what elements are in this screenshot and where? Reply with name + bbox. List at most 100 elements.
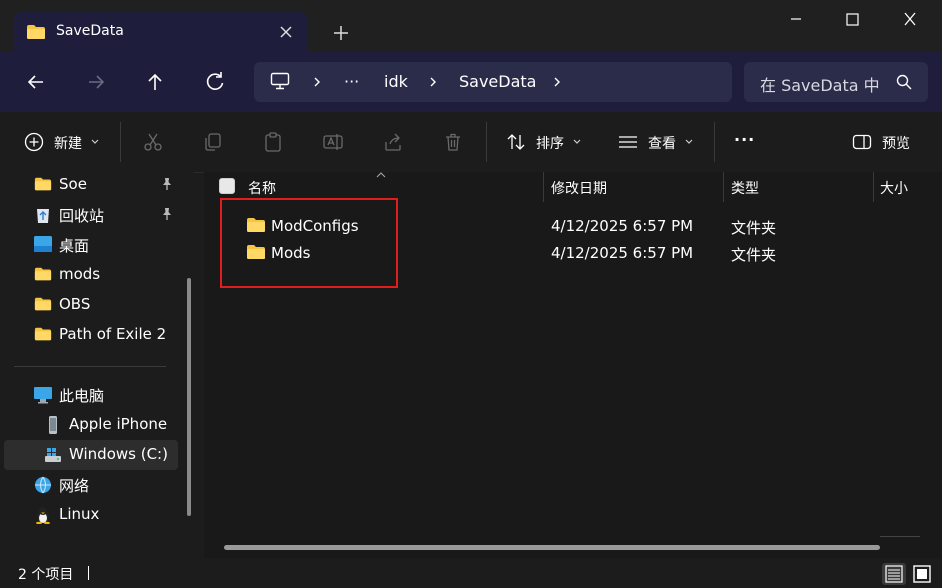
toolbar-divider bbox=[120, 122, 121, 162]
computer-icon[interactable] bbox=[270, 72, 290, 90]
column-divider[interactable] bbox=[873, 172, 874, 202]
sidebar-item-label: 网络 bbox=[59, 477, 90, 495]
column-header-modified[interactable]: 修改日期 bbox=[551, 178, 607, 198]
new-label: 新建 bbox=[54, 136, 82, 152]
delete-icon[interactable] bbox=[443, 132, 463, 152]
share-icon[interactable] bbox=[383, 132, 403, 152]
refresh-icon[interactable] bbox=[201, 68, 229, 96]
folder-icon bbox=[34, 326, 52, 344]
more-options-button[interactable]: ··· bbox=[734, 130, 755, 149]
minimize-icon[interactable] bbox=[784, 10, 808, 30]
new-button[interactable]: 新建 bbox=[14, 112, 110, 172]
sort-button[interactable]: 排序 bbox=[498, 112, 590, 172]
close-tab-icon[interactable] bbox=[276, 22, 296, 42]
chevron-right-icon[interactable] bbox=[426, 75, 440, 89]
paste-icon[interactable] bbox=[263, 132, 283, 152]
file-modified: 4/12/2025 6:57 PM bbox=[551, 217, 694, 235]
sidebar-item-this-pc[interactable]: 此电脑 bbox=[4, 380, 178, 410]
view-list-icon bbox=[618, 132, 638, 152]
toolbar-divider bbox=[714, 122, 715, 162]
scrollbar-track-edge bbox=[880, 536, 920, 537]
sidebar-item-path-of-exile-2[interactable]: Path of Exile 2 bbox=[4, 320, 178, 350]
new-tab-icon[interactable] bbox=[330, 22, 352, 44]
sidebar-item-recycle-bin[interactable]: 回收站 bbox=[4, 200, 178, 230]
file-list: 名称 修改日期 类型 大小 ModConfigs 4/12/2025 6:57 … bbox=[204, 172, 942, 558]
pin-icon[interactable] bbox=[160, 207, 174, 221]
sidebar-item-mods[interactable]: mods bbox=[4, 260, 178, 290]
chevron-down-icon bbox=[684, 138, 694, 146]
column-header-size[interactable]: 大小 bbox=[880, 178, 908, 198]
search-box[interactable]: 在 SaveData 中搜索 bbox=[744, 62, 928, 102]
title-bar: SaveData bbox=[0, 0, 942, 52]
sidebar-scrollbar[interactable] bbox=[187, 278, 191, 516]
sidebar-item-apple-iphone[interactable]: Apple iPhone bbox=[4, 410, 178, 440]
select-all-checkbox[interactable] bbox=[219, 178, 235, 194]
recycle-bin-icon bbox=[34, 206, 52, 224]
tab-title: SaveData bbox=[56, 23, 124, 39]
cut-icon[interactable] bbox=[143, 132, 163, 152]
sidebar-item-network[interactable]: 网络 bbox=[4, 470, 178, 500]
close-window-icon[interactable] bbox=[898, 10, 922, 30]
view-label: 查看 bbox=[648, 136, 676, 152]
sidebar-item-windows-c[interactable]: Windows (C:) bbox=[4, 440, 178, 470]
file-modified: 4/12/2025 6:57 PM bbox=[551, 244, 694, 262]
column-header-name[interactable]: 名称 bbox=[248, 178, 276, 198]
sidebar-item-soe[interactable]: Soe bbox=[4, 170, 178, 200]
network-icon bbox=[34, 476, 52, 494]
file-type: 文件夹 bbox=[731, 219, 777, 237]
breadcrumb-idk[interactable]: idk bbox=[384, 72, 408, 91]
status-divider bbox=[88, 566, 89, 580]
column-divider[interactable] bbox=[723, 172, 724, 202]
search-icon[interactable] bbox=[896, 74, 912, 90]
copy-icon[interactable] bbox=[203, 132, 223, 152]
sidebar-item-label: Apple iPhone bbox=[69, 415, 168, 433]
plus-circle-icon bbox=[24, 132, 44, 152]
tab-savedata[interactable]: SaveData bbox=[14, 12, 308, 52]
details-view-icon[interactable] bbox=[882, 563, 906, 585]
sidebar-item-label: Soe bbox=[59, 175, 87, 193]
horizontal-scrollbar[interactable] bbox=[224, 545, 880, 550]
phone-icon bbox=[44, 416, 62, 434]
up-icon[interactable] bbox=[141, 68, 169, 96]
folder-icon bbox=[34, 266, 52, 284]
chevron-right-icon[interactable] bbox=[310, 75, 324, 89]
desktop-icon bbox=[34, 236, 52, 254]
file-type: 文件夹 bbox=[731, 246, 777, 264]
sidebar-item-linux[interactable]: Linux bbox=[4, 500, 178, 530]
sort-icon bbox=[506, 132, 526, 152]
linux-icon bbox=[34, 506, 52, 524]
sidebar-item-label: 桌面 bbox=[59, 237, 90, 255]
breadcrumb-savedata[interactable]: SaveData bbox=[459, 72, 536, 91]
forward-icon[interactable] bbox=[82, 68, 110, 96]
item-count: 2 个项目 bbox=[18, 567, 74, 583]
search-input[interactable]: 在 SaveData 中搜索 bbox=[760, 72, 880, 96]
column-divider[interactable] bbox=[543, 172, 544, 202]
chevron-right-icon[interactable] bbox=[550, 75, 564, 89]
large-icons-view-icon[interactable] bbox=[910, 563, 934, 585]
rename-icon[interactable] bbox=[323, 132, 343, 152]
sort-label: 排序 bbox=[536, 136, 564, 152]
sidebar-item-obs[interactable]: OBS bbox=[4, 290, 178, 320]
back-icon[interactable] bbox=[22, 68, 50, 96]
sidebar-item-label: Windows (C:) bbox=[69, 445, 168, 463]
pin-icon[interactable] bbox=[160, 177, 174, 191]
column-header-type[interactable]: 类型 bbox=[731, 178, 759, 198]
sidebar-item-label: 此电脑 bbox=[59, 387, 105, 405]
sidebar-divider bbox=[14, 366, 166, 367]
breadcrumb[interactable]: ··· idk SaveData bbox=[254, 62, 732, 102]
preview-label: 预览 bbox=[882, 136, 910, 152]
breadcrumb-ellipsis[interactable]: ··· bbox=[344, 72, 359, 91]
highlight-box bbox=[220, 198, 398, 288]
preview-pane-icon bbox=[852, 132, 872, 152]
drive-icon bbox=[44, 446, 62, 464]
view-button[interactable]: 查看 bbox=[608, 112, 700, 172]
command-bar: 新建 排序 查看 ··· 预览 bbox=[0, 112, 942, 173]
folder-icon bbox=[26, 24, 46, 40]
maximize-icon[interactable] bbox=[840, 10, 864, 30]
sidebar-item-desktop[interactable]: 桌面 bbox=[4, 230, 178, 260]
sidebar-item-label: Path of Exile 2 bbox=[59, 325, 167, 343]
preview-button[interactable]: 预览 bbox=[844, 112, 934, 172]
navigation-pane: Soe 回收站 桌面 mods OBS Path of Exile 2 此电脑 … bbox=[0, 172, 194, 558]
sort-ascending-icon bbox=[376, 172, 386, 178]
chevron-down-icon bbox=[90, 138, 100, 146]
